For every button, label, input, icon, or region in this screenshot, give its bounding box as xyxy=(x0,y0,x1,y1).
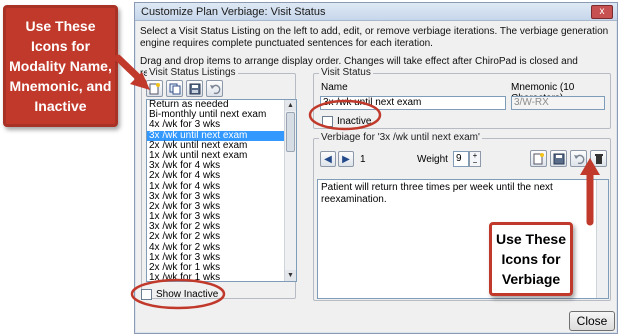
screenshot-stage: Customize Plan Verbiage: Visit Status x … xyxy=(0,0,624,336)
listings-listbox[interactable]: Return as needed Bi-monthly until next ex… xyxy=(146,99,297,282)
list-item[interactable]: 1x /wk for 1 wks xyxy=(147,273,296,281)
name-field[interactable]: 3x /wk until next exam xyxy=(320,96,506,110)
title-bar: Customize Plan Verbiage: Visit Status xyxy=(135,3,617,21)
copy-icon[interactable] xyxy=(166,80,183,97)
visit-status-listings-group: Visit Status Listings Return as needed Bi… xyxy=(141,67,297,299)
undo-icon[interactable] xyxy=(570,150,587,167)
verbiage-group-title: Verbiage for '3x /wk until next exam' xyxy=(319,132,482,143)
visit-status-group-title: Visit Status xyxy=(319,67,373,78)
next-arrow-icon[interactable]: ▶ xyxy=(338,151,354,167)
new-icon[interactable] xyxy=(530,150,547,167)
verbiage-text: Patient will return three times per week… xyxy=(321,182,553,205)
close-button[interactable]: Close xyxy=(569,311,615,331)
listings-items: Return as needed Bi-monthly until next ex… xyxy=(147,100,296,281)
scroll-down-arrow-icon[interactable]: ▼ xyxy=(285,270,296,281)
window-close-button[interactable]: x xyxy=(591,5,613,19)
listings-group-title: Visit Status Listings xyxy=(147,67,238,78)
weight-field[interactable]: 9 xyxy=(453,151,469,167)
checkbox-box[interactable] xyxy=(141,289,152,300)
list-item[interactable]: 2x /wk for 4 wks xyxy=(147,171,296,181)
verbiage-index: 1 xyxy=(360,154,366,165)
listings-scrollbar[interactable]: ▲ ▼ xyxy=(284,100,296,281)
new-icon[interactable] xyxy=(146,80,163,97)
name-label: Name xyxy=(321,82,348,93)
trash-icon[interactable] xyxy=(590,150,607,167)
mnemonic-field[interactable]: 3/W-RX xyxy=(511,96,605,110)
undo-icon[interactable] xyxy=(206,80,223,97)
verbiage-toolbar xyxy=(530,150,607,167)
window-title: Customize Plan Verbiage: Visit Status xyxy=(141,5,326,18)
instructions-text: Select a Visit Status Listing on the lef… xyxy=(140,26,609,49)
previous-arrow-icon[interactable]: ◀ xyxy=(320,151,336,167)
verbiage-scrollbar[interactable] xyxy=(596,180,608,298)
listings-toolbar xyxy=(146,80,223,97)
show-inactive-checkbox[interactable]: Show Inactive xyxy=(141,289,218,300)
weight-spinner[interactable]: + − xyxy=(469,151,481,167)
weight-label: Weight xyxy=(417,154,448,165)
inactive-label: Inactive xyxy=(337,116,372,127)
left-annotation-callout: Use These Icons for Modality Name, Mnemo… xyxy=(3,5,118,127)
scroll-thumb[interactable] xyxy=(286,112,295,152)
save-icon[interactable] xyxy=(186,80,203,97)
show-inactive-label: Show Inactive xyxy=(156,289,219,300)
scroll-up-arrow-icon[interactable]: ▲ xyxy=(285,100,296,111)
save-icon[interactable] xyxy=(550,150,567,167)
checkbox-box[interactable] xyxy=(322,116,333,127)
visit-status-group: Visit Status Name 3x /wk until next exam… xyxy=(313,67,611,129)
right-annotation-callout: Use These Icons for Verbiage xyxy=(489,222,573,296)
inactive-checkbox[interactable]: Inactive xyxy=(322,116,371,127)
